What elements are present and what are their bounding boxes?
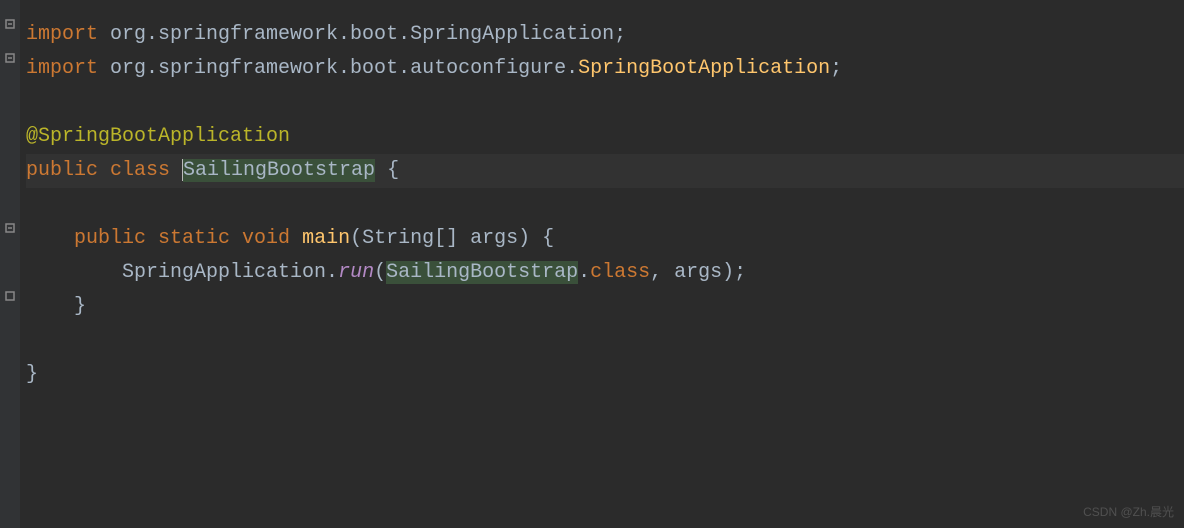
keyword-static: static: [146, 227, 230, 250]
blank-line: [26, 188, 1184, 222]
code-editor[interactable]: import org.springframework.boot.SpringAp…: [0, 0, 1184, 528]
comma: ,: [650, 261, 674, 284]
gutter: [0, 0, 20, 528]
code-line[interactable]: public static void main(String[] args) {: [26, 222, 1184, 256]
args: args);: [674, 261, 746, 284]
code-line[interactable]: }: [26, 358, 1184, 392]
keyword-import: import: [26, 23, 98, 46]
watermark: CSDN @Zh.晨光: [1083, 502, 1174, 522]
fold-icon[interactable]: [4, 18, 16, 30]
keyword-import: import: [26, 57, 98, 80]
brace: {: [375, 159, 399, 182]
class-name: SailingBootstrap: [183, 159, 375, 182]
blank-line: [26, 324, 1184, 358]
package-path: org.springframework.boot.SpringApplicati…: [98, 23, 626, 46]
package-path: org.springframework.boot.autoconfigure.: [98, 57, 578, 80]
paren-open: (: [374, 261, 386, 284]
text-cursor: [182, 159, 183, 181]
close-brace: }: [26, 295, 86, 318]
keyword-public: public: [74, 227, 146, 250]
indent-call: SpringApplication.: [26, 261, 338, 284]
code-line[interactable]: import org.springframework.boot.SpringAp…: [26, 18, 1184, 52]
code-line[interactable]: SpringApplication.run(SailingBootstrap.c…: [26, 256, 1184, 290]
dot: .: [578, 261, 590, 284]
import-class: SpringBootApplication: [578, 57, 830, 80]
class-ref: SailingBootstrap: [386, 261, 578, 284]
method-run: run: [338, 261, 374, 284]
annotation: @SpringBootApplication: [26, 125, 290, 148]
fold-icon[interactable]: [4, 222, 16, 234]
code-line[interactable]: @SpringBootApplication: [26, 120, 1184, 154]
code-line-current[interactable]: public class SailingBootstrap {: [26, 154, 1184, 188]
keyword-class: class: [98, 159, 182, 182]
code-content[interactable]: import org.springframework.boot.SpringAp…: [20, 0, 1184, 528]
method-main: main: [302, 227, 350, 250]
keyword-public: public: [26, 159, 98, 182]
close-brace: }: [26, 363, 38, 386]
indent: [26, 227, 74, 250]
semicolon: ;: [830, 57, 842, 80]
keyword-class-ref: class: [590, 261, 650, 284]
code-line[interactable]: import org.springframework.boot.autoconf…: [26, 52, 1184, 86]
keyword-void: void: [230, 227, 302, 250]
code-line[interactable]: }: [26, 290, 1184, 324]
fold-icon[interactable]: [4, 52, 16, 64]
blank-line: [26, 86, 1184, 120]
fold-end-icon[interactable]: [4, 290, 16, 302]
params: (String[] args) {: [350, 227, 554, 250]
